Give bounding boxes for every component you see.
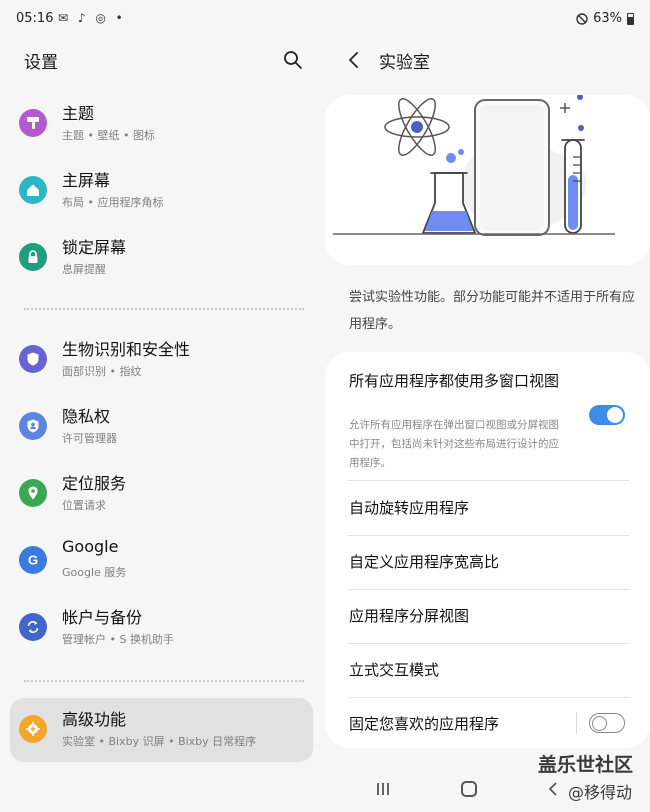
section-divider <box>24 308 304 310</box>
setting-title: 自定义应用程序宽高比 <box>349 553 500 571</box>
setting-custom-aspect-ratio[interactable]: 自定义应用程序宽高比 <box>325 536 650 590</box>
setting-app-split-view[interactable]: 应用程序分屏视图 <box>325 590 650 644</box>
menu-item-biometrics[interactable]: 生物识别和安全性 面部识别 • 指纹 <box>10 328 313 392</box>
menu-item-subtitle: 许可管理器 <box>62 432 117 445</box>
atom-icon <box>384 98 450 156</box>
menu-item-advanced-features[interactable]: 高级功能 实验室 • Bixby 识屏 • Bixby 日常程序 <box>10 698 313 762</box>
setting-description: 允许所有应用程序在弹出窗口视图或分屏视图中打开，包括尚未针对这些布局进行设计的应… <box>349 419 559 469</box>
privacy-icon <box>19 412 47 440</box>
toggle-separator <box>576 712 577 734</box>
battery-icon <box>627 12 634 25</box>
setting-multiwindow-all-apps[interactable]: 所有应用程序都使用多窗口视图 允许所有应用程序在弹出窗口视图或分屏视图中打开，包… <box>325 352 650 480</box>
labs-illustration-card <box>325 95 650 265</box>
status-right: 63% <box>576 11 634 26</box>
google-icon: G <box>19 546 47 574</box>
setting-pin-favorite-apps[interactable]: 固定您喜欢的应用程序 <box>325 698 650 748</box>
menu-item-title: 锁定屏幕 <box>62 238 127 257</box>
pin-favorite-toggle[interactable] <box>589 713 625 733</box>
battery-percent: 63% <box>593 11 622 26</box>
sync-icon <box>19 613 47 641</box>
menu-item-privacy[interactable]: 隐私权 许可管理器 <box>10 395 313 459</box>
menu-item-subtitle: 布局 • 应用程序角标 <box>62 196 164 209</box>
search-icon[interactable] <box>283 50 303 70</box>
lab-illustration <box>333 95 615 236</box>
page-title: 设置 <box>24 53 58 73</box>
status-time: 05:16 <box>16 11 54 26</box>
menu-item-subtitle: 位置请求 <box>62 499 106 512</box>
recent-apps-icon[interactable] <box>376 782 390 796</box>
multiwindow-toggle[interactable] <box>589 405 625 425</box>
lock-icon <box>19 243 47 271</box>
menu-item-title: Google <box>62 537 119 556</box>
svg-text:G: G <box>28 553 38 568</box>
notification-icons: ✉ ♪ ◎ • <box>58 11 126 25</box>
menu-item-location[interactable]: 定位服务 位置请求 <box>10 462 313 526</box>
menu-item-subtitle: 主题 • 壁纸 • 图标 <box>62 129 155 142</box>
menu-item-subtitle: 面部识别 • 指纹 <box>62 365 142 378</box>
labs-pane: 实验室 尝试实验性功能。部分功能可能并不适用于所有应用程序。 所有应用程序都使用… <box>325 40 650 812</box>
home-icon <box>19 176 47 204</box>
menu-item-subtitle: Google 服务 <box>62 566 127 579</box>
setting-title: 自动旋转应用程序 <box>349 499 470 517</box>
labs-description: 尝试实验性功能。部分功能可能并不适用于所有应用程序。 <box>349 290 636 332</box>
theme-icon <box>19 109 47 137</box>
watermark-title: 盖乐世社区 <box>538 754 634 776</box>
menu-item-title: 高级功能 <box>62 710 127 729</box>
section-divider <box>24 680 304 682</box>
setting-auto-rotate-apps[interactable]: 自动旋转应用程序 <box>325 481 650 535</box>
setting-title: 所有应用程序都使用多窗口视图 <box>349 372 560 390</box>
back-nav-icon[interactable] <box>548 782 558 796</box>
menu-item-title: 帐户与备份 <box>62 608 143 627</box>
menu-item-title: 定位服务 <box>62 474 127 493</box>
home-nav-icon[interactable] <box>461 781 477 797</box>
menu-item-lock-screen[interactable]: 锁定屏幕 息屏提醒 <box>10 226 313 290</box>
do-not-disturb-icon <box>576 12 588 25</box>
setting-title: 应用程序分屏视图 <box>349 607 470 625</box>
menu-item-title: 隐私权 <box>62 407 111 426</box>
labs-title: 实验室 <box>379 53 430 73</box>
setting-title: 固定您喜欢的应用程序 <box>349 715 500 733</box>
menu-item-subtitle: 息屏提醒 <box>62 263 106 276</box>
setting-title: 立式交互模式 <box>349 661 440 679</box>
menu-item-theme[interactable]: 主题 主题 • 壁纸 • 图标 <box>10 92 313 156</box>
menu-item-title: 主题 <box>62 104 95 123</box>
gear-plus-icon <box>19 715 47 743</box>
menu-item-home-screen[interactable]: 主屏幕 布局 • 应用程序角标 <box>10 159 313 223</box>
setting-flex-mode[interactable]: 立式交互模式 <box>325 644 650 698</box>
menu-item-accounts-backup[interactable]: 帐户与备份 管理帐户 • S 换机助手 <box>10 596 313 660</box>
location-pin-icon <box>19 479 47 507</box>
watermark-author: @移得动 <box>568 783 633 802</box>
settings-pane: 设置 主题 主题 • 壁纸 • 图标 主屏幕 布局 • 应用程序角标 锁定屏幕 … <box>0 40 325 812</box>
menu-item-subtitle: 管理帐户 • S 换机助手 <box>62 633 174 646</box>
menu-item-subtitle: 实验室 • Bixby 识屏 • Bixby 日常程序 <box>62 735 257 748</box>
status-bar: 05:16 ✉ ♪ ◎ • 63% <box>0 0 650 40</box>
back-arrow-icon[interactable] <box>347 50 361 70</box>
labs-settings-card: 所有应用程序都使用多窗口视图 允许所有应用程序在弹出窗口视图或分屏视图中打开，包… <box>325 352 650 748</box>
shield-icon <box>19 345 47 373</box>
menu-item-google[interactable]: G Google Google 服务 <box>10 529 313 593</box>
menu-item-title: 生物识别和安全性 <box>62 340 191 359</box>
menu-item-title: 主屏幕 <box>62 171 111 190</box>
